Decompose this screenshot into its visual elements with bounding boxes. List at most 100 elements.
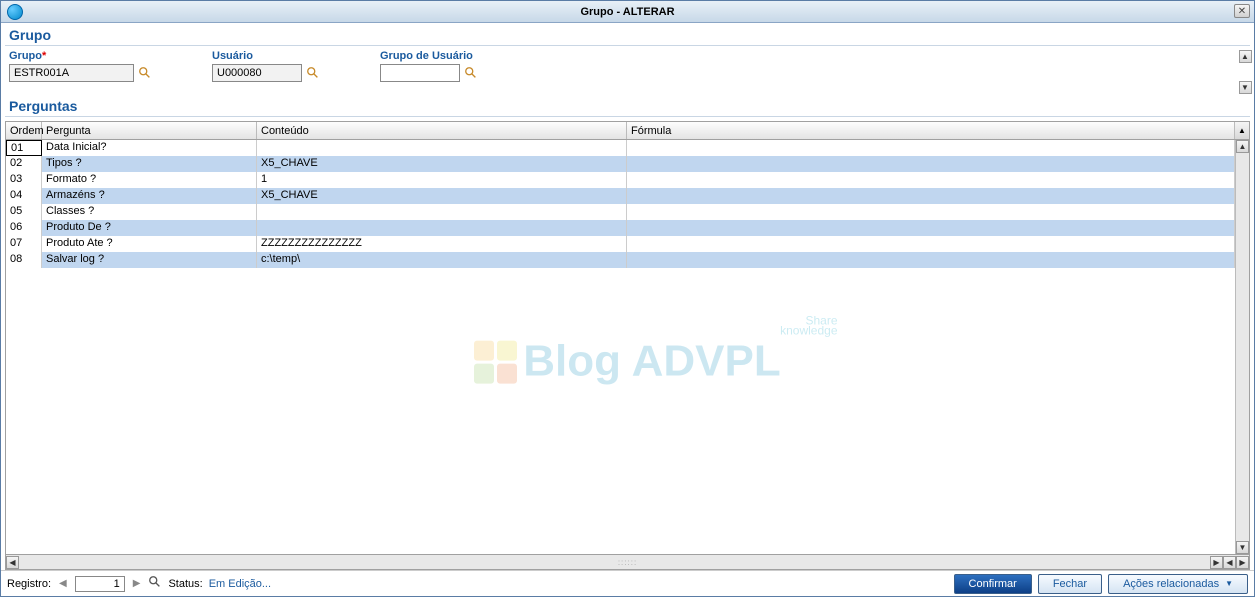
label-grupo-usuario: Grupo de Usuário	[380, 50, 478, 62]
cell-ordem[interactable]: 02	[6, 156, 42, 172]
table-body: 01Data Inicial?02Tipos ?X5_CHAVE03Format…	[6, 140, 1249, 554]
form-scroll-up-icon[interactable]: ▲	[1239, 50, 1252, 63]
cell-formula[interactable]	[627, 188, 1235, 204]
cell-conteudo[interactable]: ZZZZZZZZZZZZZZZ	[257, 236, 627, 252]
table-row[interactable]: 03Formato ?1	[6, 172, 1249, 188]
registro-next-icon[interactable]: ▶	[131, 578, 143, 589]
cell-formula[interactable]	[627, 220, 1235, 236]
cell-conteudo[interactable]: X5_CHAVE	[257, 188, 627, 204]
cell-formula[interactable]	[627, 172, 1235, 188]
registro-search-icon[interactable]	[148, 575, 162, 592]
cell-conteudo[interactable]	[257, 140, 627, 156]
form-scroll-down-icon[interactable]: ▼	[1239, 81, 1252, 94]
required-mark: *	[42, 50, 46, 62]
cell-conteudo[interactable]: c:\temp\	[257, 252, 627, 268]
cell-formula[interactable]	[627, 140, 1235, 156]
vscroll-down-icon[interactable]: ▼	[1236, 541, 1249, 554]
cell-conteudo[interactable]	[257, 220, 627, 236]
status-value: Em Edição...	[209, 578, 271, 590]
cell-pergunta[interactable]: Produto Ate ?	[42, 236, 257, 252]
cell-conteudo[interactable]	[257, 204, 627, 220]
chevron-up-icon: ▲	[1238, 126, 1246, 135]
confirmar-label: Confirmar	[969, 578, 1017, 590]
hscroll-right2-icon[interactable]: ▶	[1236, 556, 1249, 569]
watermark-main: Blog ADVPL	[378, 337, 878, 387]
cell-ordem[interactable]: 06	[6, 220, 42, 236]
label-usuario: Usuário	[212, 50, 320, 62]
form-scroll: ▲ ▼	[1238, 50, 1252, 94]
titlebar: Grupo - ALTERAR ✕	[1, 1, 1254, 23]
table-row[interactable]: 06Produto De ?	[6, 220, 1249, 236]
table-row[interactable]: 08Salvar log ?c:\temp\	[6, 252, 1249, 268]
cell-formula[interactable]	[627, 204, 1235, 220]
hscroll-grip[interactable]: ::::::	[618, 558, 637, 567]
watermark-line1: Share	[378, 315, 838, 327]
divider	[5, 116, 1250, 117]
watermark: Share knowledge Blog ADVPL	[378, 315, 878, 387]
cell-pergunta[interactable]: Classes ?	[42, 204, 257, 220]
th-pergunta[interactable]: Pergunta	[42, 122, 257, 139]
fechar-label: Fechar	[1053, 578, 1087, 590]
field-grupo-usuario: Grupo de Usuário	[380, 50, 478, 88]
cell-pergunta[interactable]: Armazéns ?	[42, 188, 257, 204]
cell-ordem[interactable]: 08	[6, 252, 42, 268]
section-grupo-title: Grupo	[1, 23, 1254, 45]
vscroll-up-icon[interactable]: ▲	[1236, 140, 1249, 153]
cell-ordem[interactable]: 03	[6, 172, 42, 188]
cell-ordem[interactable]: 07	[6, 236, 42, 252]
hscroll-left2-icon[interactable]: ◀	[1223, 556, 1236, 569]
confirmar-button[interactable]: Confirmar	[954, 574, 1032, 594]
status-label: Status:	[168, 578, 202, 590]
window-title: Grupo - ALTERAR	[1, 6, 1254, 18]
input-grupo-usuario[interactable]	[380, 64, 460, 82]
registro-label: Registro:	[7, 578, 51, 590]
main-window: Grupo - ALTERAR ✕ Grupo Grupo* Usuário	[0, 0, 1255, 597]
field-grupo: Grupo*	[9, 50, 152, 88]
cell-pergunta[interactable]: Salvar log ?	[42, 252, 257, 268]
table-row[interactable]: 07Produto Ate ?ZZZZZZZZZZZZZZZ	[6, 236, 1249, 252]
watermark-main-text: Blog ADVPL	[523, 337, 780, 387]
fechar-button[interactable]: Fechar	[1038, 574, 1102, 594]
table-header: Ordem Pergunta Conteúdo Fórmula ▲	[6, 122, 1249, 140]
cell-formula[interactable]	[627, 236, 1235, 252]
registro-input[interactable]	[75, 576, 125, 592]
registro-prev-icon[interactable]: ◀	[57, 578, 69, 589]
th-scroll-up[interactable]: ▲	[1235, 122, 1249, 139]
cell-ordem[interactable]: 01	[6, 140, 42, 156]
hscroll-left-icon[interactable]: ◀	[6, 556, 19, 569]
cell-conteudo[interactable]: X5_CHAVE	[257, 156, 627, 172]
input-usuario[interactable]	[212, 64, 302, 82]
close-icon[interactable]: ✕	[1234, 4, 1250, 18]
input-grupo[interactable]	[9, 64, 134, 82]
table-row[interactable]: 02Tipos ?X5_CHAVE	[6, 156, 1249, 172]
perguntas-table: Ordem Pergunta Conteúdo Fórmula ▲ 01Data…	[5, 121, 1250, 555]
hscroll-right-icon[interactable]: ▶	[1210, 556, 1223, 569]
content-area: Grupo Grupo* Usuário	[1, 23, 1254, 596]
section-perguntas-title: Perguntas	[1, 94, 1254, 116]
th-conteudo[interactable]: Conteúdo	[257, 122, 627, 139]
watermark-line2: knowledge	[378, 325, 838, 337]
th-formula[interactable]: Fórmula	[627, 122, 1235, 139]
cell-conteudo[interactable]: 1	[257, 172, 627, 188]
table-vscroll[interactable]: ▲ ▼	[1235, 140, 1249, 554]
cell-formula[interactable]	[627, 252, 1235, 268]
cell-pergunta[interactable]: Produto De ?	[42, 220, 257, 236]
table-row[interactable]: 05Classes ?	[6, 204, 1249, 220]
cell-ordem[interactable]: 04	[6, 188, 42, 204]
table-row[interactable]: 01Data Inicial?	[6, 140, 1249, 156]
cell-pergunta[interactable]: Tipos ?	[42, 156, 257, 172]
acoes-label: Ações relacionadas	[1123, 578, 1219, 590]
th-ordem[interactable]: Ordem	[6, 122, 42, 139]
form-row: Grupo* Usuário Gr	[1, 50, 1254, 94]
table-hscroll[interactable]: ◀ :::::: ▶ ◀ ▶	[5, 555, 1250, 570]
cell-formula[interactable]	[627, 156, 1235, 172]
acoes-relacionadas-button[interactable]: Ações relacionadas ▼	[1108, 574, 1248, 594]
cell-pergunta[interactable]: Formato ?	[42, 172, 257, 188]
table-row[interactable]: 04Armazéns ?X5_CHAVE	[6, 188, 1249, 204]
lookup-usuario-icon[interactable]	[306, 66, 320, 80]
lookup-grupo-icon[interactable]	[138, 66, 152, 80]
cell-pergunta[interactable]: Data Inicial?	[42, 140, 257, 156]
statusbar: Registro: ◀ ▶ Status: Em Edição... Confi…	[1, 570, 1254, 596]
cell-ordem[interactable]: 05	[6, 204, 42, 220]
lookup-grupo-usuario-icon[interactable]	[464, 66, 478, 80]
